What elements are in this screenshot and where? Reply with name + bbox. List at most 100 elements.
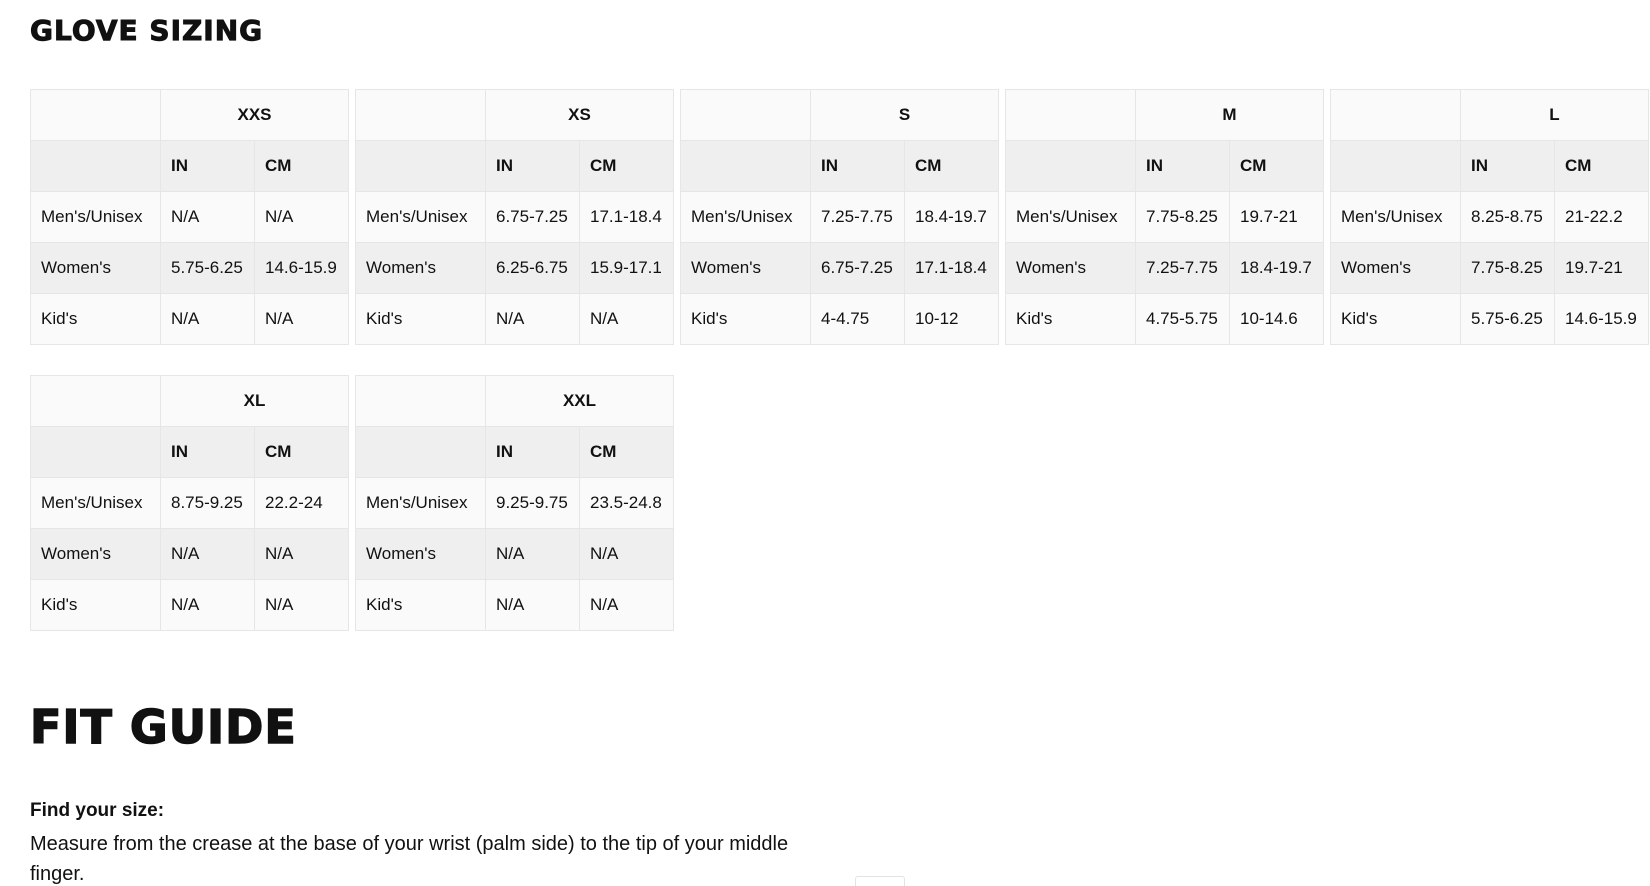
size-header: XL	[160, 375, 349, 427]
value-in: 5.75-6.25	[1460, 293, 1555, 345]
table-row: Kid's N/A N/A	[30, 579, 349, 631]
value-in: 9.25-9.75	[485, 477, 580, 529]
row-label: Women's	[680, 242, 811, 294]
find-size-label: Find your size:	[30, 800, 165, 821]
table-row: Women's 6.75-7.25 17.1-18.4	[680, 242, 999, 294]
value-in: 4.75-5.75	[1135, 293, 1230, 345]
table-row: Men's/Unisex 8.25-8.75 21-22.2	[1330, 191, 1649, 243]
row-label: Men's/Unisex	[1005, 191, 1136, 243]
value-in: N/A	[160, 579, 255, 631]
value-cm: 17.1-18.4	[579, 191, 674, 243]
value-cm: N/A	[254, 191, 349, 243]
table-row: Women's 6.25-6.75 15.9-17.1	[355, 242, 674, 294]
table-row: Men's/Unisex 8.75-9.25 22.2-24	[30, 477, 349, 529]
size-header-blank	[680, 89, 811, 141]
row-label: Men's/Unisex	[680, 191, 811, 243]
unit-header-blank	[355, 426, 486, 478]
value-cm: N/A	[254, 579, 349, 631]
table-row: Kid's 4-4.75 10-12	[680, 293, 999, 345]
value-cm: N/A	[254, 293, 349, 345]
value-in: N/A	[160, 191, 255, 243]
size-table-xxl: XXL IN CM Men's/Unisex 9.25-9.75 23.5-24.8 Wom…	[355, 375, 674, 631]
row-label: Women's	[355, 528, 486, 580]
table-row: Men's/Unisex 7.75-8.25 19.7-21	[1005, 191, 1324, 243]
glove-sizing-title: GLOVE SIZING	[29, 14, 264, 48]
row-label: Women's	[355, 242, 486, 294]
size-header-blank	[1005, 89, 1136, 141]
value-in: N/A	[160, 293, 255, 345]
value-cm: 18.4-19.7	[904, 191, 999, 243]
unit-header-cm: CM	[579, 426, 674, 478]
size-table-xs: XS IN CM Men's/Unisex 6.75-7.25 17.1-18.4 Wome…	[355, 89, 674, 345]
unit-header-cm: CM	[1554, 140, 1649, 192]
unit-header-blank	[1330, 140, 1461, 192]
row-label: Women's	[30, 528, 161, 580]
unit-header-blank	[30, 426, 161, 478]
table-row: Women's 5.75-6.25 14.6-15.9	[30, 242, 349, 294]
size-header-blank	[30, 89, 161, 141]
row-label: Women's	[1330, 242, 1461, 294]
row-label: Men's/Unisex	[30, 191, 161, 243]
table-row: Women's 7.25-7.75 18.4-19.7	[1005, 242, 1324, 294]
row-label: Women's	[1005, 242, 1136, 294]
value-in: 4-4.75	[810, 293, 905, 345]
value-cm: 17.1-18.4	[904, 242, 999, 294]
value-cm: N/A	[254, 528, 349, 580]
unit-header-blank	[680, 140, 811, 192]
size-header-blank	[30, 375, 161, 427]
table-row: Men's/Unisex 7.25-7.75 18.4-19.7	[680, 191, 999, 243]
unit-header-cm: CM	[254, 426, 349, 478]
value-cm: 19.7-21	[1229, 191, 1324, 243]
value-cm: N/A	[579, 293, 674, 345]
unit-header-cm: CM	[579, 140, 674, 192]
size-header: S	[810, 89, 999, 141]
partial-element	[855, 876, 905, 886]
value-cm: 14.6-15.9	[254, 242, 349, 294]
row-label: Kid's	[355, 293, 486, 345]
row-label: Kid's	[680, 293, 811, 345]
fit-instructions: Measure from the crease at the base of y…	[30, 833, 789, 885]
value-cm: 23.5-24.8	[579, 477, 674, 529]
value-in: N/A	[160, 528, 255, 580]
size-tables-row-1: XXS IN CM Men's/Unisex N/A N/A Women's 5.75-6.2…	[30, 89, 1649, 345]
value-cm: 18.4-19.7	[1229, 242, 1324, 294]
size-table-s: S IN CM Men's/Unisex 7.25-7.75 18.4-19.7 Women…	[680, 89, 999, 345]
unit-header-in: IN	[1135, 140, 1230, 192]
value-in: N/A	[485, 528, 580, 580]
value-cm: 21-22.2	[1554, 191, 1649, 243]
row-label: Kid's	[1330, 293, 1461, 345]
unit-header-in: IN	[485, 140, 580, 192]
value-cm: 10-12	[904, 293, 999, 345]
row-label: Kid's	[30, 579, 161, 631]
row-label: Men's/Unisex	[355, 191, 486, 243]
value-in: 6.75-7.25	[810, 242, 905, 294]
size-tables-row-2: XL IN CM Men's/Unisex 8.75-9.25 22.2-24 Women'…	[30, 375, 674, 631]
unit-header-cm: CM	[1229, 140, 1324, 192]
row-label: Men's/Unisex	[355, 477, 486, 529]
unit-header-in: IN	[485, 426, 580, 478]
row-label: Women's	[30, 242, 161, 294]
value-cm: 22.2-24	[254, 477, 349, 529]
value-in: 7.75-8.25	[1460, 242, 1555, 294]
value-cm: N/A	[579, 579, 674, 631]
unit-header-blank	[30, 140, 161, 192]
size-header: XS	[485, 89, 674, 141]
size-header-blank	[355, 89, 486, 141]
size-table-xxs: XXS IN CM Men's/Unisex N/A N/A Women's 5.75-6.2…	[30, 89, 349, 345]
size-header: L	[1460, 89, 1649, 141]
value-in: 6.75-7.25	[485, 191, 580, 243]
value-cm: 14.6-15.9	[1554, 293, 1649, 345]
row-label: Kid's	[355, 579, 486, 631]
value-cm: N/A	[579, 528, 674, 580]
size-header-blank	[355, 375, 486, 427]
unit-header-in: IN	[1460, 140, 1555, 192]
size-table-xl: XL IN CM Men's/Unisex 8.75-9.25 22.2-24 Women'…	[30, 375, 349, 631]
unit-header-in: IN	[160, 426, 255, 478]
table-row: Kid's N/A N/A	[30, 293, 349, 345]
table-row: Kid's N/A N/A	[355, 293, 674, 345]
value-in: 8.25-8.75	[1460, 191, 1555, 243]
value-in: 6.25-6.75	[485, 242, 580, 294]
unit-header-in: IN	[160, 140, 255, 192]
value-in: 7.25-7.75	[1135, 242, 1230, 294]
unit-header-cm: CM	[904, 140, 999, 192]
